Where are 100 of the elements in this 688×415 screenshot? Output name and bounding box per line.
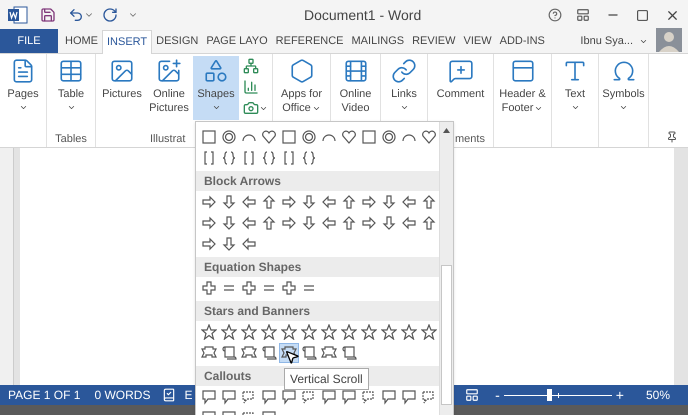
shape-option[interactable] (259, 322, 279, 342)
arrow-icon (421, 214, 437, 230)
arrow-icon (361, 194, 377, 210)
star-icon (421, 324, 437, 340)
word-count[interactable]: 0 WORDS (94, 386, 150, 404)
shape-icon (221, 128, 237, 144)
banner-icon (261, 344, 277, 360)
star-icon (241, 324, 257, 340)
arrow-icon (221, 236, 237, 252)
speech-bubble-icon (221, 388, 237, 404)
speech-bubble-icon (381, 388, 397, 404)
shape-option[interactable] (399, 322, 419, 342)
ribbon-button[interactable]: Comment (438, 56, 484, 120)
help-icon[interactable] (548, 8, 562, 22)
banner-icon (221, 344, 237, 360)
ribbon-tab[interactable]: REVIEW (408, 29, 460, 53)
banner-icon (301, 344, 317, 360)
hexagon-icon (288, 58, 314, 84)
ribbon-button[interactable]: Symbols (600, 56, 646, 120)
shape-option[interactable] (339, 322, 359, 342)
ribbon-button[interactable]: Links (381, 56, 427, 120)
page-count[interactable]: PAGE 1 OF 1 (8, 386, 80, 404)
star-icon (321, 324, 337, 340)
ribbon-tab[interactable]: DESIGN (152, 29, 202, 53)
proofing-icon[interactable] (162, 388, 176, 402)
arrow-icon (201, 194, 217, 210)
banner-icon (201, 344, 217, 360)
window-title: Document1 - Word (304, 6, 422, 24)
bracket-icon (261, 150, 277, 166)
arrow-icon (341, 214, 357, 230)
shape-option[interactable] (359, 322, 379, 342)
star-icon (201, 324, 217, 340)
group-label: ments (455, 133, 485, 147)
ribbon-button[interactable]: Text (552, 56, 598, 120)
shape-option[interactable] (319, 322, 339, 342)
ribbon-tab[interactable]: FILE (0, 29, 58, 53)
account-menu[interactable]: Ibnu Sya... (580, 29, 648, 53)
ribbon-button[interactable]: Online Pictures (146, 56, 192, 120)
shape-option[interactable] (299, 322, 319, 342)
zoom-thumb[interactable] (547, 389, 552, 401)
ribbon-button[interactable]: Pictures (99, 56, 145, 120)
ribbon-tab[interactable]: INSERT (102, 30, 152, 54)
zoom-in-button[interactable]: + (616, 384, 624, 406)
link-icon (391, 58, 417, 84)
redo-icon[interactable] (102, 7, 118, 23)
zoom-level[interactable]: 50% (646, 386, 670, 404)
picture-icon (109, 58, 135, 84)
shape-option[interactable] (379, 322, 399, 342)
arrow-icon (261, 214, 277, 230)
speech-bubble-icon (261, 388, 277, 404)
word-logo-icon[interactable] (8, 6, 28, 24)
ribbon-tab[interactable]: REFERENCE (272, 29, 348, 53)
tooltip: Vertical Scroll (284, 368, 369, 390)
ribbon-tab[interactable]: PAGE LAYO (202, 29, 272, 53)
zoom-out-button[interactable]: - (495, 384, 500, 406)
arrow-icon (261, 194, 277, 210)
banner-icon (341, 344, 357, 360)
star-icon (341, 324, 357, 340)
ribbon-tab[interactable]: ADD-INS (496, 29, 549, 53)
undo-icon[interactable] (68, 7, 84, 23)
caret-icon (619, 103, 628, 112)
caret-icon (570, 103, 580, 112)
language-status[interactable]: E (184, 386, 192, 404)
shape-option[interactable] (239, 322, 259, 342)
ribbon-button[interactable]: Shapes (193, 56, 239, 120)
banner-icon (281, 344, 297, 360)
scrollbar[interactable] (439, 122, 453, 415)
small-ribbon-button[interactable] (242, 99, 269, 117)
shape-icon (301, 128, 317, 144)
ribbon-display-icon[interactable] (576, 8, 590, 22)
ribbon-button[interactable]: Table (48, 56, 94, 120)
arrow-icon (381, 194, 397, 210)
section-header: Stars and Banners (196, 301, 439, 321)
save-icon[interactable] (40, 7, 56, 23)
ribbon-button[interactable]: Pages (0, 56, 46, 120)
focus-icon[interactable] (465, 388, 480, 402)
ribbon-tab[interactable]: VIEW (460, 29, 496, 53)
header-icon (510, 58, 536, 84)
speech-bubble-icon (401, 388, 417, 404)
star-icon (401, 324, 417, 340)
shape-option[interactable] (279, 322, 299, 342)
group-label: Tables (55, 133, 87, 147)
maximize-icon[interactable] (636, 8, 649, 22)
scroll-up-icon[interactable] (442, 126, 451, 135)
arrow-icon (301, 194, 317, 210)
shape-option[interactable] (419, 322, 439, 342)
pin-icon[interactable] (666, 131, 678, 143)
ribbon-button[interactable]: Online Video (332, 56, 378, 120)
ribbon-tab[interactable]: HOME (61, 29, 102, 53)
banner-icon (241, 344, 257, 360)
shape-option[interactable] (219, 322, 239, 342)
ribbon-button[interactable]: Apps for Office (274, 56, 330, 120)
ribbon-button[interactable]: Header & Footer (494, 56, 550, 120)
scroll-thumb[interactable] (441, 265, 452, 405)
zoom-slider[interactable] (504, 389, 612, 401)
ribbon-tab[interactable]: MAILINGS (348, 29, 408, 53)
camera-icon (243, 100, 259, 116)
star-icon (261, 324, 277, 340)
arrow-icon (241, 214, 257, 230)
shape-option[interactable] (199, 322, 219, 342)
